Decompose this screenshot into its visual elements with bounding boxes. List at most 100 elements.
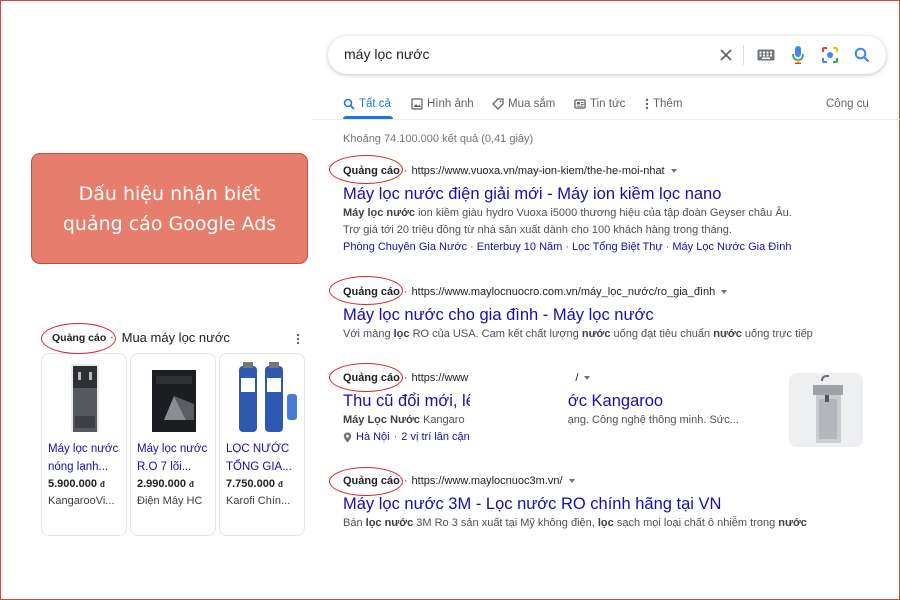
- tab-label: Hình ảnh: [427, 98, 474, 110]
- result-url[interactable]: https://www.maylocnuoc3m.vn/: [412, 475, 563, 487]
- price-value: 5.900.000: [48, 478, 97, 490]
- location-link[interactable]: Hà Nội: [356, 429, 390, 446]
- product-name: Máy lọc nước R.O 7 lõi...: [137, 443, 208, 473]
- caret-down-icon[interactable]: [670, 169, 677, 173]
- search-bar[interactable]: máy lọc nước: [328, 36, 886, 74]
- annotation-circle: [329, 276, 403, 305]
- result-title[interactable]: Máy lọc nước cho gia đình - Máy lọc nước: [343, 304, 873, 326]
- search-input[interactable]: máy lọc nước: [344, 46, 429, 62]
- desc-text: ion kiềm giàu hydro Vuoxa i5000 thương h…: [415, 207, 792, 219]
- search-icon: [343, 98, 355, 110]
- callout-box: Dấu hiệu nhận biết quảng cáo Google Ads: [31, 153, 308, 264]
- result-url[interactable]: https://www.vuoxa.vn/may-ion-kiem/the-he…: [412, 165, 665, 177]
- shopping-title: Mua máy lọc nước: [121, 330, 230, 345]
- result-meta: Quảng cáo · https://www.vuoxa.vn/may-ion…: [343, 162, 873, 180]
- product-name: Máy lọc nước nóng lạnh...: [48, 443, 119, 473]
- sitelinks: Phòng Chuyên Gia Nước · Enterbuy 10 Năm · Lọ…: [343, 239, 873, 256]
- product-image: [71, 364, 99, 432]
- tools-label: Công cụ: [826, 98, 869, 110]
- close-icon[interactable]: [715, 44, 737, 66]
- product-thumbnail[interactable]: [789, 373, 863, 447]
- desc-text: Bán: [343, 517, 366, 529]
- result-meta: Quảng cáo · https://www.maylocnuocro.com…: [343, 283, 873, 301]
- product-image: [152, 370, 196, 432]
- ad-result: Quảng cáo · https://www.maylocnuoc3m.vn/…: [343, 472, 873, 532]
- result-description-2: Trợ giá tới 20 triệu đồng từ nhà sản xuấ…: [343, 224, 732, 236]
- tab-more[interactable]: Thêm: [645, 96, 682, 112]
- product-name: LỌC NƯỚC TỔNG GIA...: [226, 443, 292, 473]
- result-url[interactable]: https://www.maylocnuocro.com.vn/máy_lọc_…: [412, 286, 716, 298]
- search-icon[interactable]: [851, 44, 873, 66]
- currency-symbol: đ: [189, 480, 194, 489]
- result-description: Máy lọc nước ion kiềm giàu hydro Vuoxa i…: [343, 205, 873, 222]
- caret-down-icon[interactable]: [568, 479, 575, 483]
- branches-link[interactable]: 2 vị trí lân cận: [401, 429, 469, 446]
- sitelink[interactable]: Enterbuy 10 Năm: [477, 241, 563, 253]
- callout-text: Dấu hiệu nhận biết quảng cáo Google Ads: [50, 179, 290, 239]
- desc-text: uống đạt tiêu chuẩn: [610, 328, 714, 340]
- sitelink-separator: ·: [565, 241, 569, 253]
- product-image: [239, 362, 297, 432]
- separator-dot: ·: [403, 165, 408, 177]
- more-vert-icon[interactable]: [296, 333, 300, 345]
- desc-bold: lọc: [393, 328, 410, 340]
- tab-label: Tất cả: [359, 98, 391, 110]
- tab-label: Tin tức: [590, 98, 626, 110]
- ad-result: Quảng cáo · https://www.vuoxa.vn/may-ion…: [343, 162, 873, 256]
- sitelink[interactable]: Phòng Chuyên Gia Nước: [343, 241, 467, 253]
- separator-dot: ·: [403, 475, 408, 487]
- redaction-block: [470, 368, 568, 448]
- desc-bold: lọc: [597, 517, 614, 529]
- product-price: 7.750.000 đ: [226, 478, 283, 490]
- search-divider: [743, 45, 744, 65]
- product-card[interactable]: Máy lọc nước R.O 7 lõi... 2.990.000 đ Đi…: [130, 353, 216, 536]
- sitelink[interactable]: Lọc Tổng Biệt Thự: [572, 241, 663, 253]
- callout-line: Dấu hiệu nhận biết: [78, 182, 261, 205]
- desc-text: sạch mọi loại chất ô nhiễm trong: [613, 517, 779, 529]
- price-value: 2.990.000: [137, 478, 186, 490]
- result-url-end[interactable]: /: [575, 372, 578, 384]
- result-title[interactable]: Máy lọc nước 3M - Lọc nước RO chính hãng…: [343, 493, 873, 515]
- keyboard-icon[interactable]: [755, 44, 777, 66]
- tab-all[interactable]: Tất cả: [343, 96, 391, 112]
- annotation-circle: [329, 363, 403, 392]
- annotation-circle: [329, 467, 403, 496]
- tabs-divider: [312, 119, 900, 120]
- result-stats: Khoảng 74.100.000 kết quả (0,41 giây): [343, 133, 534, 145]
- desc-text: 3M Ro 3 sản xuất tại Mỹ không điện,: [413, 517, 598, 529]
- product-price: 5.900.000 đ: [48, 478, 105, 490]
- annotation-circle: [41, 323, 116, 354]
- product-seller: KangarooVi...: [48, 495, 115, 507]
- result-description: Với màng lọc RO của USA. Cam kết chất lư…: [343, 326, 873, 343]
- caret-down-icon[interactable]: [584, 376, 591, 380]
- desc-text: ạng. Công nghệ thông minh. Sức...: [567, 414, 739, 426]
- product-card[interactable]: Máy lọc nước nóng lạnh... 5.900.000 đ Ka…: [41, 353, 127, 536]
- sitelink-separator: ·: [470, 241, 474, 253]
- tab-news[interactable]: Tin tức: [574, 96, 625, 112]
- annotation-circle: [329, 155, 403, 184]
- tag-icon: [492, 98, 504, 110]
- caret-down-icon[interactable]: [721, 290, 728, 294]
- result-title[interactable]: Máy lọc nước điện giải mới - Máy ion kiề…: [343, 183, 873, 205]
- separator-dot: ·: [403, 286, 408, 298]
- sitelink[interactable]: Máy Lọc Nước Gia Đình: [672, 241, 791, 253]
- lens-icon[interactable]: [819, 44, 841, 66]
- currency-symbol: đ: [100, 480, 105, 489]
- result-description: Bán lọc nước 3M Ro 3 sản xuất tại Mỹ khô…: [343, 515, 873, 532]
- ad-result: Quảng cáo · https://www.maylocnuocro.com…: [343, 283, 873, 343]
- desc-text: uống trực tiếp: [741, 328, 813, 340]
- result-meta: Quảng cáo · https://www.maylocnuoc3m.vn/: [343, 472, 873, 490]
- product-card[interactable]: LỌC NƯỚC TỔNG GIA... 7.750.000 đ Karofi …: [219, 353, 305, 536]
- mic-icon[interactable]: [787, 44, 809, 66]
- search-tabs: Tất cả Hình ảnh Mua sắm Tin tức Thêm Côn…: [343, 96, 873, 119]
- tab-shopping[interactable]: Mua sắm: [492, 96, 555, 112]
- separator-dot: ·: [393, 431, 398, 443]
- tab-label: Thêm: [653, 98, 683, 110]
- result-url[interactable]: https://www: [412, 372, 469, 384]
- title-end: ớc Kangaroo: [567, 392, 664, 410]
- desc-text: Kangaro: [419, 414, 465, 426]
- tab-images[interactable]: Hình ảnh: [411, 96, 474, 112]
- desc-text: Với màng: [343, 328, 394, 340]
- sitelink-separator: ·: [665, 241, 670, 253]
- tools-button[interactable]: Công cụ: [826, 96, 869, 112]
